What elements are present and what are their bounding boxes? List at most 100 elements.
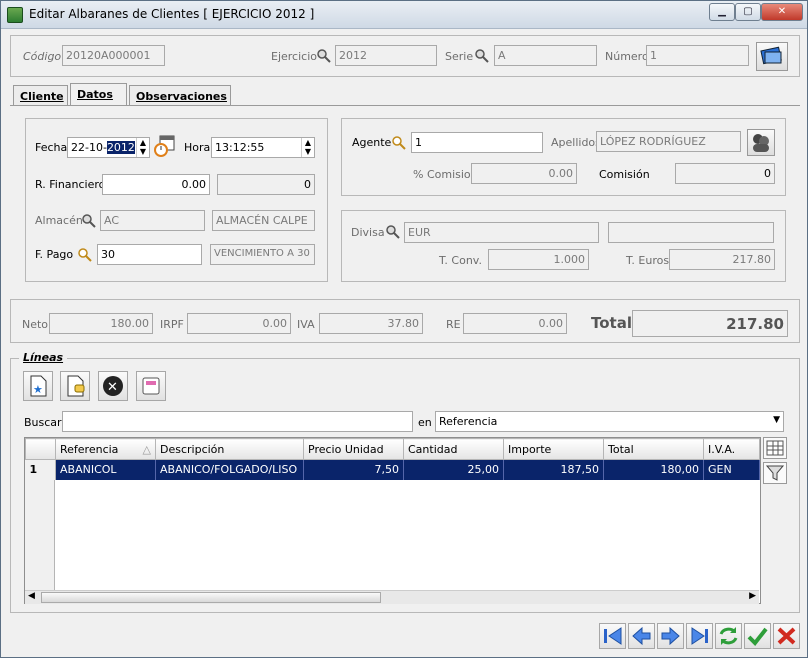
divisa-label: Divisa bbox=[351, 226, 385, 239]
last-record-button[interactable] bbox=[686, 623, 713, 649]
new-line-button[interactable]: ★ bbox=[23, 371, 53, 401]
last-arrow-icon bbox=[691, 627, 708, 645]
search-icon[interactable] bbox=[78, 248, 92, 262]
accept-button[interactable] bbox=[744, 623, 771, 649]
search-icon[interactable] bbox=[317, 49, 331, 63]
divisa-panel bbox=[341, 210, 786, 282]
buscar-input[interactable] bbox=[62, 411, 413, 432]
app-icon bbox=[7, 7, 23, 23]
table-row[interactable]: 1 ABANICOL ABANICO/FOLGADO/LISO 7,50 25,… bbox=[25, 459, 760, 480]
grid-filter-button[interactable] bbox=[763, 462, 787, 484]
search-icon[interactable] bbox=[392, 136, 406, 150]
print-line-button[interactable] bbox=[136, 371, 166, 401]
refresh-icon bbox=[719, 627, 738, 645]
hora-spinner[interactable]: ▲ ▼ bbox=[301, 138, 314, 157]
search-icon[interactable] bbox=[386, 225, 400, 239]
serie-field[interactable]: A bbox=[494, 45, 597, 66]
re-field: 0.00 bbox=[463, 313, 567, 334]
refresh-button[interactable] bbox=[715, 623, 742, 649]
scroll-left-icon[interactable]: ◀ bbox=[28, 591, 35, 601]
tab-datos[interactable]: Datos bbox=[70, 83, 127, 106]
previous-record-button[interactable] bbox=[628, 623, 655, 649]
buscar-en-select[interactable]: Referencia ▼ bbox=[435, 411, 784, 432]
tconv-label: T. Conv. bbox=[439, 254, 482, 267]
delete-line-button[interactable]: ✕ bbox=[98, 371, 128, 401]
horizontal-scrollbar[interactable]: ◀ ▶ bbox=[25, 590, 759, 604]
grid-icon bbox=[766, 440, 784, 456]
almacen-code-field[interactable]: AC bbox=[100, 210, 205, 231]
calendar-icon[interactable] bbox=[153, 134, 177, 158]
iva-field: 37.80 bbox=[319, 313, 423, 334]
cancel-button[interactable] bbox=[773, 623, 800, 649]
re-label: RE bbox=[446, 318, 461, 331]
cell-referencia[interactable]: ABANICOL bbox=[55, 459, 156, 480]
agente-field[interactable]: 1 bbox=[411, 132, 543, 153]
irpf-field: 0.00 bbox=[187, 313, 291, 334]
card-button[interactable] bbox=[756, 42, 788, 71]
maximize-button[interactable]: ▢ bbox=[735, 3, 761, 21]
scroll-right-icon[interactable]: ▶ bbox=[749, 591, 756, 601]
fecha-day-month: 22-10- bbox=[71, 141, 107, 154]
pcomision-label: % Comision bbox=[413, 168, 478, 181]
window: Editar Albaranes de Clientes [ EJERCICIO… bbox=[0, 0, 808, 658]
fecha-label: Fecha bbox=[35, 141, 68, 154]
close-window-button[interactable]: ✕ bbox=[761, 3, 803, 21]
first-arrow-icon bbox=[604, 627, 622, 645]
minimize-button[interactable]: ▁ bbox=[709, 3, 735, 21]
teuros-field: 217.80 bbox=[669, 249, 775, 270]
agente-detail-button[interactable] bbox=[747, 129, 775, 156]
column-header[interactable]: Cantidad bbox=[403, 438, 504, 460]
row-number-header bbox=[25, 438, 56, 460]
buscar-en-value: Referencia bbox=[439, 415, 498, 428]
grid-columns-button[interactable] bbox=[763, 437, 787, 459]
agente-label: Agente bbox=[352, 136, 392, 149]
fpago-code-field[interactable]: 30 bbox=[97, 244, 202, 265]
search-icon[interactable] bbox=[82, 214, 96, 228]
first-record-button[interactable] bbox=[599, 623, 626, 649]
fecha-spinner[interactable]: ▲ ▼ bbox=[136, 138, 149, 157]
cell-iva[interactable]: GEN bbox=[703, 459, 760, 480]
fpago-name-field: VENCIMIENTO A 30 D bbox=[210, 244, 315, 265]
iva-label: IVA bbox=[297, 318, 315, 331]
column-header[interactable]: Importe bbox=[503, 438, 604, 460]
document-icon bbox=[142, 377, 160, 395]
scroll-thumb[interactable] bbox=[41, 592, 381, 603]
tab-divider bbox=[10, 105, 800, 106]
fpago-label: F. Pago bbox=[35, 248, 74, 261]
tab-observaciones[interactable]: Observaciones bbox=[129, 85, 231, 106]
close-icon bbox=[777, 627, 796, 645]
rfin-label: R. Financiero bbox=[35, 178, 106, 191]
buscar-label: Buscar bbox=[24, 416, 62, 429]
rfin-field[interactable]: 0.00 bbox=[102, 174, 210, 195]
column-header[interactable]: I.V.A. bbox=[703, 438, 760, 460]
edit-line-button[interactable] bbox=[60, 371, 90, 401]
column-header[interactable]: Total bbox=[603, 438, 704, 460]
column-header[interactable]: Descripción bbox=[155, 438, 304, 460]
table-header-row: Referencia △ Descripción Precio Unidad Ca… bbox=[25, 438, 760, 460]
cancel-icon: ✕ bbox=[103, 376, 123, 396]
rfin-total-field: 0 bbox=[217, 174, 315, 195]
serie-label: Serie bbox=[445, 50, 474, 63]
total-field: 217.80 bbox=[632, 310, 788, 337]
en-label: en bbox=[418, 416, 432, 429]
hora-field[interactable]: 13:12:55 bbox=[211, 137, 315, 158]
codigo-field[interactable]: 20120A000001 bbox=[62, 45, 165, 66]
total-label: Total bbox=[591, 314, 632, 332]
divisa-code-field[interactable]: EUR bbox=[404, 222, 599, 243]
search-icon[interactable] bbox=[475, 49, 489, 63]
next-record-button[interactable] bbox=[657, 623, 684, 649]
cell-cantidad[interactable]: 25,00 bbox=[403, 459, 504, 480]
cell-descripcion[interactable]: ABANICO/FOLGADO/LISO bbox=[155, 459, 304, 480]
numero-field[interactable]: 1 bbox=[646, 45, 749, 66]
column-header[interactable]: Referencia △ bbox=[55, 438, 156, 460]
cell-precio[interactable]: 7,50 bbox=[303, 459, 404, 480]
tab-cliente[interactable]: Cliente bbox=[13, 85, 68, 106]
svg-text:✕: ✕ bbox=[107, 380, 118, 395]
hora-label: Hora bbox=[184, 141, 211, 154]
ejercicio-field[interactable]: 2012 bbox=[335, 45, 437, 66]
check-icon bbox=[747, 627, 768, 647]
cell-importe[interactable]: 187,50 bbox=[503, 459, 604, 480]
column-header[interactable]: Precio Unidad bbox=[303, 438, 404, 460]
cell-total[interactable]: 180,00 bbox=[603, 459, 704, 480]
title-bar: Editar Albaranes de Clientes [ EJERCICIO… bbox=[1, 1, 807, 29]
